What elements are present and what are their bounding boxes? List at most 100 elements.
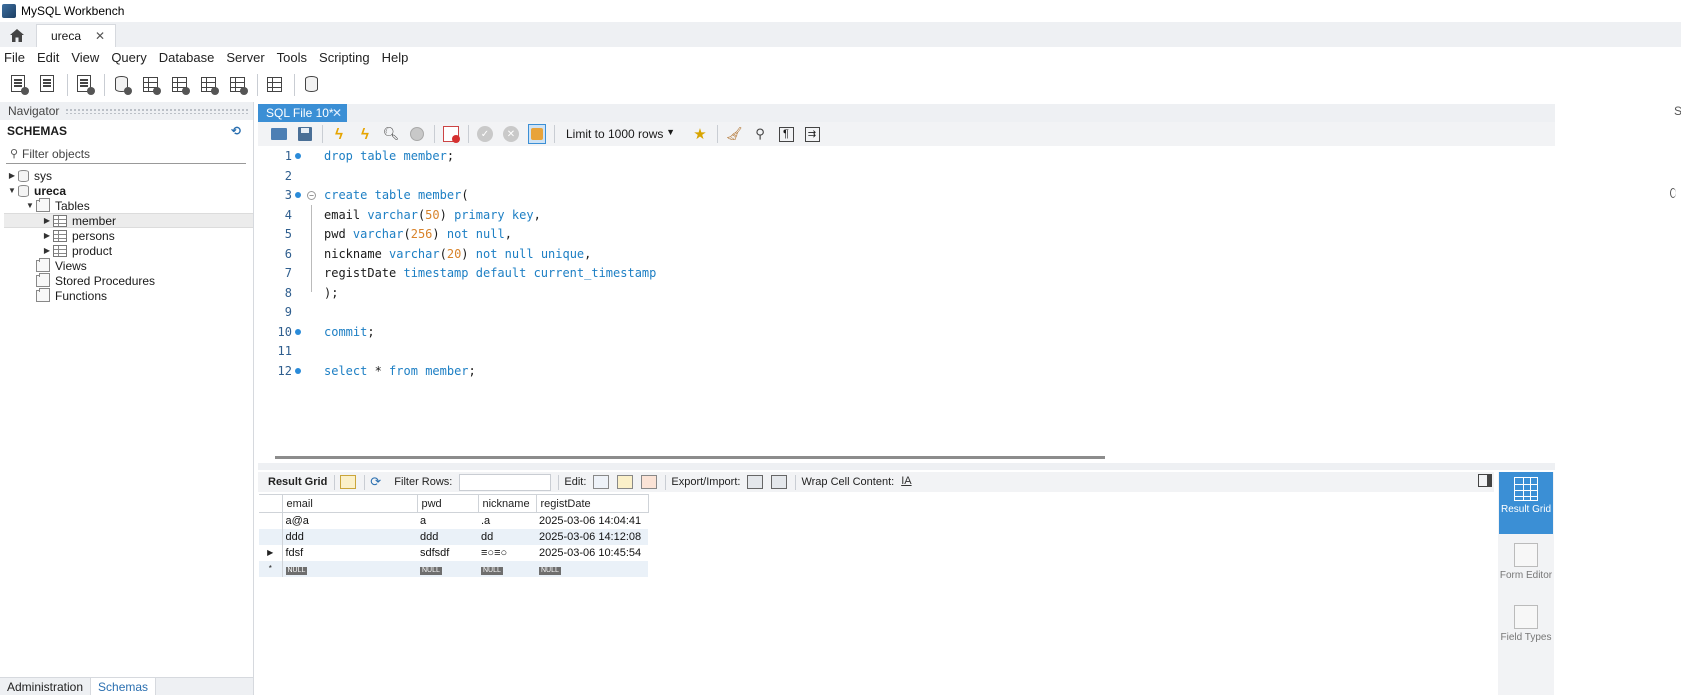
cell-nickname[interactable]: .a (478, 513, 536, 529)
cell-nickname[interactable]: ≡○≡○ (478, 545, 536, 561)
create-procedure-button[interactable] (198, 74, 220, 96)
insert-row-icon[interactable] (617, 475, 634, 489)
save-button[interactable] (296, 125, 314, 143)
column-header-nickname[interactable]: nickname (478, 494, 537, 513)
row-header[interactable] (259, 512, 283, 529)
tab-schemas[interactable]: Schemas (90, 678, 157, 695)
table-row[interactable]: ▶ fdsf sdfsdf ≡○≡○ 2025-03-06 10:45:54 (259, 544, 648, 561)
result-grid-label[interactable]: Result Grid (268, 476, 327, 488)
cell-pwd[interactable]: ddd (417, 528, 478, 545)
menu-edit[interactable]: Edit (31, 50, 65, 65)
menu-query[interactable]: Query (105, 50, 152, 65)
collapsed-panel-icon[interactable] (1670, 188, 1676, 198)
reconnect-button[interactable] (301, 74, 323, 96)
expand-arrow-icon[interactable]: ▶ (41, 246, 53, 255)
toggle-continue-on-error-button[interactable] (442, 125, 460, 143)
grid-layout-icon[interactable] (340, 475, 357, 489)
close-icon[interactable]: ✕ (332, 106, 342, 120)
new-row-marker-icon[interactable]: * (259, 560, 283, 577)
invisible-chars-button[interactable]: ¶ (777, 125, 795, 143)
cell-pwd-null[interactable]: NULL (417, 560, 478, 577)
commit-button[interactable]: ✓ (476, 125, 494, 143)
current-row-indicator-icon[interactable]: ▶ (259, 544, 283, 561)
open-sql-script-button[interactable] (37, 74, 59, 96)
form-editor-view-button[interactable]: Form Editor (1499, 538, 1553, 600)
grip-dots[interactable] (65, 108, 249, 114)
create-schema-button[interactable] (111, 74, 133, 96)
menu-help[interactable]: Help (376, 50, 415, 65)
cell-registdate-null[interactable]: NULL (536, 560, 648, 577)
home-button[interactable] (5, 25, 29, 45)
column-header-pwd[interactable]: pwd (417, 494, 479, 513)
row-header[interactable] (259, 528, 283, 545)
collapse-arrow-icon[interactable]: ▼ (6, 186, 18, 195)
tree-item-persons[interactable]: ▶ persons (0, 228, 253, 243)
inspector-button[interactable] (74, 74, 96, 96)
import-icon[interactable] (771, 475, 788, 489)
cell-registdate[interactable]: 2025-03-06 14:12:08 (536, 528, 648, 545)
collapse-arrow-icon[interactable]: ▼ (24, 201, 36, 210)
horizontal-scrollbar[interactable] (275, 456, 1105, 459)
new-row[interactable]: * NULL NULL NULL NULL (259, 560, 648, 577)
tab-administration[interactable]: Administration (0, 678, 90, 695)
menu-database[interactable]: Database (153, 50, 221, 65)
open-file-button[interactable] (270, 125, 288, 143)
tree-item-product[interactable]: ▶ product (0, 243, 253, 258)
cell-email[interactable]: a@a (282, 513, 417, 529)
add-snippet-button[interactable]: ★ (691, 125, 709, 143)
execute-current-button[interactable]: ϟ (356, 125, 374, 143)
export-icon[interactable] (747, 475, 764, 489)
cell-registdate[interactable]: 2025-03-06 14:04:41 (536, 513, 648, 529)
cell-email[interactable]: fdsf (282, 545, 417, 561)
create-view-button[interactable] (169, 74, 191, 96)
create-function-button[interactable] (227, 74, 249, 96)
wrap-cell-icon[interactable]: IA (901, 475, 917, 489)
tree-item-functions[interactable]: Functions (0, 287, 253, 303)
table-row[interactable]: ddd ddd dd 2025-03-06 14:12:08 (259, 528, 648, 545)
connection-tab-ureca[interactable]: ureca ✕ (36, 24, 116, 47)
auto-commit-toggle[interactable] (528, 124, 546, 144)
toggle-side-panel-icon[interactable] (1478, 474, 1492, 487)
rollback-button[interactable]: ✕ (502, 125, 520, 143)
column-header-email[interactable]: email (282, 494, 418, 513)
tab-sql-file-10[interactable]: SQL File 10* ✕ (258, 104, 347, 122)
filter-objects-input[interactable] (22, 146, 242, 161)
refresh-icon[interactable]: ⟳ (370, 475, 386, 489)
cell-nickname[interactable]: dd (478, 528, 536, 545)
cell-email[interactable]: ddd (282, 528, 417, 545)
menu-server[interactable]: Server (220, 50, 270, 65)
menu-tools[interactable]: Tools (271, 50, 313, 65)
cell-pwd[interactable]: sdfsdf (417, 545, 478, 561)
sql-code-editor[interactable]: 1 drop table member; 2 3 − create table … (258, 146, 1555, 452)
tree-item-sys[interactable]: ▶ sys (0, 168, 253, 183)
cell-email-null[interactable]: NULL (282, 560, 417, 577)
stop-button[interactable] (408, 125, 426, 143)
cell-nickname-null[interactable]: NULL (478, 560, 536, 577)
cell-registdate[interactable]: 2025-03-06 10:45:54 (536, 545, 648, 561)
delete-row-icon[interactable] (641, 475, 658, 489)
tree-item-ureca[interactable]: ▼ ureca (0, 183, 253, 198)
expand-arrow-icon[interactable]: ▶ (41, 216, 53, 225)
menu-view[interactable]: View (65, 50, 105, 65)
word-wrap-button[interactable]: ⇉ (803, 125, 821, 143)
close-icon[interactable]: ✕ (95, 29, 105, 43)
new-sql-tab-button[interactable] (8, 74, 30, 96)
expand-arrow-icon[interactable]: ▶ (41, 231, 53, 240)
tree-item-member[interactable]: ▶ member (4, 213, 253, 228)
menu-file[interactable]: File (0, 50, 31, 65)
refresh-icon[interactable]: ⟲ (231, 124, 241, 138)
expand-arrow-icon[interactable]: ▶ (6, 171, 18, 180)
tree-item-stored-procedures[interactable]: Stored Procedures (0, 272, 253, 288)
column-header-registdate[interactable]: registDate (536, 494, 649, 513)
fold-toggle-icon[interactable]: − (307, 190, 316, 200)
limit-rows-select[interactable]: Limit to 1000 rows ▼ (562, 125, 677, 143)
table-row[interactable]: a@a a .a 2025-03-06 14:04:41 (259, 512, 648, 529)
editor-result-splitter[interactable] (258, 463, 1555, 470)
tree-item-tables[interactable]: ▼ Tables (0, 197, 253, 213)
search-table-data-button[interactable] (264, 74, 286, 96)
edit-row-icon[interactable] (593, 475, 610, 489)
menu-scripting[interactable]: Scripting (313, 50, 376, 65)
explain-button[interactable]: 🔍︎ (382, 125, 400, 143)
field-types-view-button[interactable]: Field Types (1499, 600, 1553, 662)
tree-item-views[interactable]: Views (0, 257, 253, 273)
